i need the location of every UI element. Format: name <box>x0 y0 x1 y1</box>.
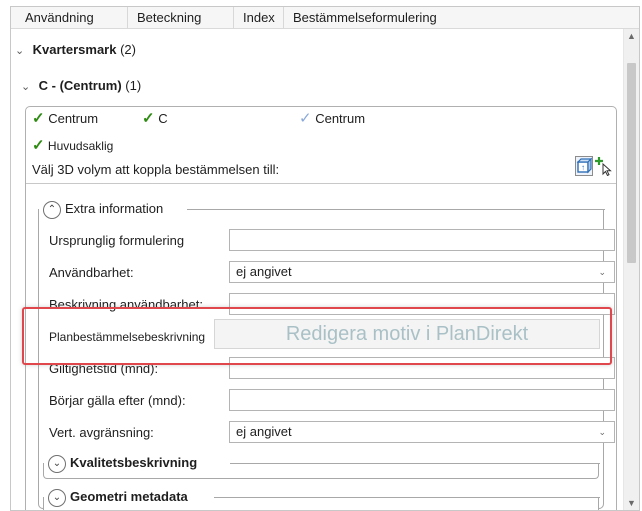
chevron-down-icon: ⌄ <box>598 427 606 437</box>
tag-label: C <box>158 111 168 126</box>
column-wording[interactable]: Bestämmelseformulering <box>287 7 437 29</box>
group-label: Kvartersmark <box>32 42 117 57</box>
svg-text:↑: ↑ <box>581 163 585 172</box>
usability-select[interactable]: ej angivet ⌄ <box>229 261 615 283</box>
tag-label: Centrum <box>48 111 99 126</box>
column-divider[interactable] <box>283 7 284 29</box>
column-usage[interactable]: Användning <box>19 7 94 29</box>
section-header[interactable]: ⌃ Extra information <box>39 198 168 220</box>
column-index[interactable]: Index <box>237 7 275 29</box>
vertical-limit-select[interactable]: ej angivet ⌄ <box>229 421 615 443</box>
usability-value: ej angivet <box>236 264 292 279</box>
tag-label: Centrum <box>315 111 366 126</box>
vertical-limit-value: ej angivet <box>236 424 292 439</box>
checkmark-icon: ✓ <box>32 110 45 127</box>
checkmark-icon: ✓ <box>299 110 312 127</box>
tag-c: ✓ C <box>142 110 168 128</box>
section-border <box>214 497 600 498</box>
group-label: C - (Centrum) <box>38 78 122 93</box>
volume-prompt: Välj 3D volym att koppla bestämmelsen ti… <box>32 162 280 177</box>
vertical-limit-label: Vert. avgränsning: <box>49 425 154 440</box>
section-title: Extra information <box>65 201 164 216</box>
section-border <box>230 463 600 464</box>
group-centrum[interactable]: ⌄ C - (Centrum) (1) <box>21 75 141 97</box>
vertical-scrollbar[interactable]: ▲ ▼ <box>623 29 639 510</box>
column-divider[interactable] <box>127 7 128 29</box>
starts-after-label: Börjar gälla efter (mnd): <box>49 393 186 408</box>
section-border <box>187 209 605 210</box>
group-kvartersmark[interactable]: ⌄ Kvartersmark (2) <box>15 39 136 61</box>
add-cursor-icon <box>595 157 612 177</box>
edit-in-plandirekt-button[interactable]: Redigera motiv i PlanDirekt <box>214 319 600 349</box>
group-count: (2) <box>120 42 136 57</box>
circle-chevron-up-icon[interactable]: ⌃ <box>43 200 61 219</box>
plan-description-highlight: Redigera motiv i PlanDirekt <box>22 307 612 365</box>
add-volume-button[interactable] <box>595 156 613 177</box>
group-count: (1) <box>125 78 142 93</box>
quality-header[interactable]: ⌄ Kvalitetsbeskrivning <box>44 452 202 474</box>
geometry-header[interactable]: ⌄ Geometri metadata <box>44 486 192 508</box>
checkmark-icon: ✓ <box>32 137 45 154</box>
section-title: Kvalitetsbeskrivning <box>70 455 198 470</box>
chevron-down-icon[interactable]: ⌄ <box>15 40 29 62</box>
scroll-down-icon[interactable]: ▼ <box>627 498 636 508</box>
select-volume-button[interactable]: ↑ <box>575 156 593 176</box>
tag-huvudsaklig: ✓ Huvudsaklig <box>32 137 113 155</box>
chevron-down-icon: ⌄ <box>598 267 606 277</box>
properties-panel: Användning Beteckning Index Bestämmelsef… <box>10 6 640 511</box>
checkmark-icon: ✓ <box>142 110 155 127</box>
tag-centrum: ✓ Centrum <box>32 110 98 128</box>
column-divider[interactable] <box>233 7 234 29</box>
divider <box>26 183 616 184</box>
quality-section: ⌄ Kvalitetsbeskrivning <box>43 452 600 479</box>
column-designation[interactable]: Beteckning <box>131 7 201 29</box>
tag-label: Huvudsaklig <box>47 139 114 153</box>
tag-centrum-secondary: ✓ Centrum <box>299 110 365 128</box>
original-wording-label: Ursprunglig formulering <box>49 233 185 248</box>
scroll-up-icon[interactable]: ▲ <box>627 31 636 41</box>
geometry-section: ⌄ Geometri metadata <box>43 486 600 510</box>
usability-label: Användbarhet: <box>49 265 134 280</box>
volume-buttons: ↑ <box>575 156 615 178</box>
cube-icon: ↑ <box>576 157 593 174</box>
section-title: Geometri metadata <box>70 489 188 504</box>
chevron-down-icon[interactable]: ⌄ <box>21 76 35 98</box>
scroll-thumb[interactable] <box>627 63 636 263</box>
starts-after-field[interactable] <box>229 389 615 411</box>
column-header: Användning Beteckning Index Bestämmelsef… <box>11 7 639 29</box>
circle-chevron-down-icon[interactable]: ⌄ <box>48 488 66 507</box>
original-wording-field[interactable] <box>229 229 615 251</box>
circle-chevron-down-icon[interactable]: ⌄ <box>48 454 66 473</box>
